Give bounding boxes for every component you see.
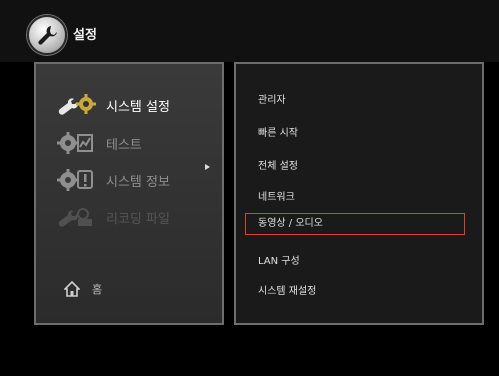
menu-item-label: 시스템 정보 xyxy=(106,174,170,190)
menu-item-system-settings[interactable]: 시스템 설정 xyxy=(56,93,170,117)
submenu-arrow-icon xyxy=(205,164,210,170)
submenu-item-network[interactable]: 네트워크 xyxy=(258,188,295,203)
menu-item-label: 시스템 설정 xyxy=(106,99,170,115)
wrench-gear-icon xyxy=(56,93,102,117)
menu-item-label: 테스트 xyxy=(106,137,142,153)
title-bar: 설정 xyxy=(0,0,499,62)
gear-exclamation-icon xyxy=(56,168,102,192)
wrench-icon xyxy=(27,15,67,55)
submenu-item-video-audio[interactable]: 동영상 / 오디오 xyxy=(245,213,465,235)
menu-item-label: 리코딩 파일 xyxy=(106,211,170,227)
menu-item-system-info[interactable]: 시스템 정보 xyxy=(56,168,170,192)
submenu-item-admin[interactable]: 관리자 xyxy=(258,91,286,106)
page-title: 설정 xyxy=(73,28,97,43)
main-menu-panel: 시스템 설정 테스트 시스템 정보 리코딩 파일 홈 xyxy=(34,62,224,325)
gear-chart-icon xyxy=(56,131,102,155)
home-icon xyxy=(64,281,80,297)
submenu-item-general-settings[interactable]: 전체 설정 xyxy=(258,157,298,172)
menu-item-test[interactable]: 테스트 xyxy=(56,131,142,155)
submenu-item-lan-config[interactable]: LAN 구성 xyxy=(258,252,300,267)
wrench-camera-icon xyxy=(56,205,102,229)
menu-item-recording-files[interactable]: 리코딩 파일 xyxy=(56,205,170,229)
submenu-panel: 관리자 빠른 시작 전체 설정 네트워크 동영상 / 오디오 LAN 구성 시스… xyxy=(234,62,484,325)
home-button[interactable]: 홈 xyxy=(64,281,102,297)
home-label: 홈 xyxy=(92,283,103,296)
submenu-item-quick-start[interactable]: 빠른 시작 xyxy=(258,124,298,139)
submenu-item-system-reset[interactable]: 시스템 재설정 xyxy=(258,282,316,297)
